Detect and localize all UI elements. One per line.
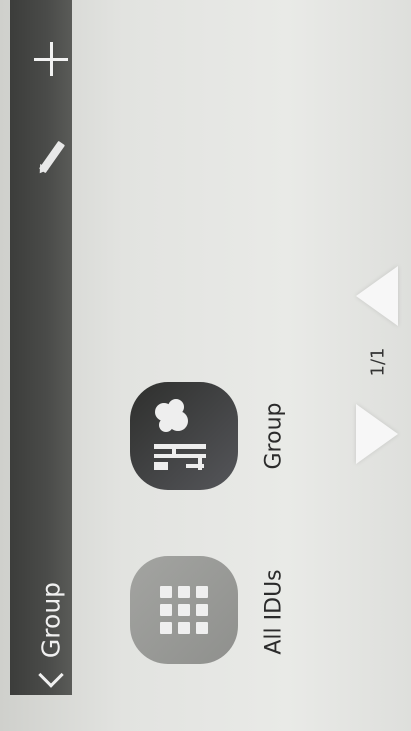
all-idus-label: All IDUs (261, 569, 287, 655)
add-group-button[interactable] (30, 38, 72, 80)
header-bar: Group (10, 0, 72, 695)
back-button[interactable] (36, 668, 66, 690)
group-label: Group (261, 402, 287, 470)
group-tile[interactable] (130, 382, 238, 490)
all-idus-tile[interactable] (130, 556, 238, 664)
edit-button[interactable] (32, 138, 72, 178)
page-title: Group (36, 581, 66, 659)
group-icon (154, 399, 206, 470)
previous-page-arrow[interactable] (356, 266, 398, 326)
page-indicator: 1/1 (367, 347, 389, 377)
next-page-arrow[interactable] (356, 404, 398, 464)
grid-icon (160, 586, 208, 634)
